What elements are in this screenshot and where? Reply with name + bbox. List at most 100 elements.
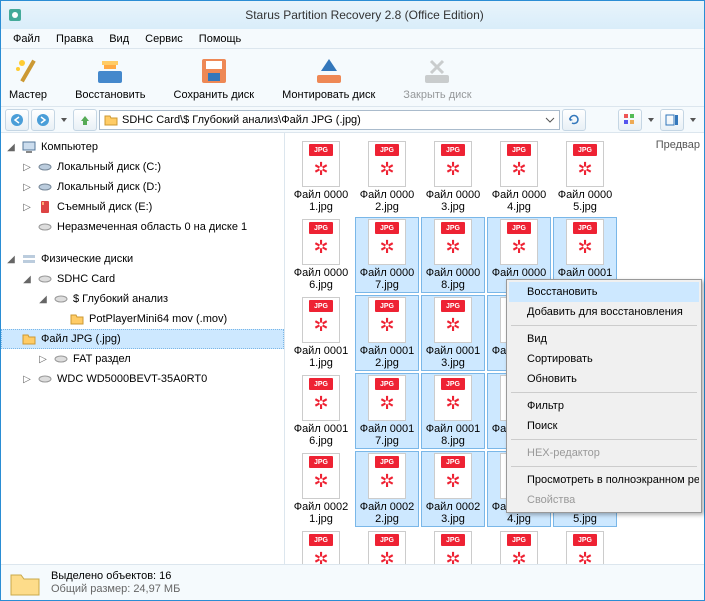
jpg-badge: JPG <box>507 222 531 234</box>
status-size: Общий размер: 24,97 МБ <box>51 583 180 595</box>
file-item[interactable]: JPG✲Файл 00027.jpg <box>355 529 419 564</box>
file-name: Файл 00016.jpg <box>291 423 351 447</box>
disk-icon <box>53 351 69 367</box>
nav-up-button[interactable] <box>73 109 97 131</box>
file-thumbnail: JPG✲ <box>566 141 604 187</box>
file-item[interactable]: JPG✲Файл 00018.jpg <box>421 373 485 449</box>
file-name: Файл 00018.jpg <box>423 423 483 447</box>
menu-edit[interactable]: Правка <box>48 31 101 47</box>
menu-service[interactable]: Сервис <box>137 31 191 47</box>
ctx-recover[interactable]: Восстановить <box>509 282 699 302</box>
folder-large-icon <box>9 569 41 597</box>
toolbar: Мастер Восстановить Сохранить диск Монти… <box>1 49 704 107</box>
ctx-add[interactable]: Добавить для восстановления <box>509 302 699 322</box>
jpg-badge: JPG <box>309 300 333 312</box>
file-item[interactable]: JPG✲Файл 00030.jpg <box>553 529 617 564</box>
jpg-badge: JPG <box>375 300 399 312</box>
ctx-fullscreen[interactable]: Просмотреть в полноэкранном реж <box>509 470 699 490</box>
ctx-search[interactable]: Поиск <box>509 416 699 436</box>
file-item[interactable]: JPG✲Файл 00003.jpg <box>421 139 485 215</box>
nav-forward-button[interactable] <box>31 109 55 131</box>
broken-icon: ✲ <box>379 394 394 412</box>
file-item[interactable]: JPG✲Файл 00021.jpg <box>289 451 353 527</box>
tree-local-c[interactable]: ▷Локальный диск (C:) <box>1 157 284 177</box>
close-disk-icon <box>421 55 453 87</box>
address-input[interactable] <box>122 114 541 126</box>
ctx-refresh[interactable]: Обновить <box>509 369 699 389</box>
tree-unallocated[interactable]: Неразмеченная область 0 на диске 1 <box>1 217 284 237</box>
tree-fat[interactable]: ▷FAT раздел <box>1 349 284 369</box>
file-item[interactable]: JPG✲Файл 00023.jpg <box>421 451 485 527</box>
window-title: Starus Partition Recovery 2.8 (Office Ed… <box>31 8 698 22</box>
file-item[interactable]: JPG✲Файл 00002.jpg <box>355 139 419 215</box>
refresh-button[interactable] <box>562 109 586 131</box>
ctx-filter[interactable]: Фильтр <box>509 396 699 416</box>
file-item[interactable]: JPG✲Файл 00017.jpg <box>355 373 419 449</box>
menu-file[interactable]: Файл <box>5 31 48 47</box>
file-item[interactable]: JPG✲Файл 00012.jpg <box>355 295 419 371</box>
recover-button[interactable]: Восстановить <box>75 55 145 101</box>
file-item[interactable]: JPG✲Файл 00005.jpg <box>553 139 617 215</box>
wizard-button[interactable]: Мастер <box>9 55 47 101</box>
file-item[interactable]: JPG✲Файл 00006.jpg <box>289 217 353 293</box>
preview-toggle-button[interactable] <box>660 109 684 131</box>
mount-disk-label: Монтировать диск <box>282 89 375 101</box>
tree-wdc[interactable]: ▷WDC WD5000BEVT-35A0RT0 <box>1 369 284 389</box>
broken-icon: ✲ <box>511 238 526 256</box>
jpg-badge: JPG <box>375 222 399 234</box>
file-item[interactable]: JPG✲Файл 00028.jpg <box>421 529 485 564</box>
mount-disk-button[interactable]: Монтировать диск <box>282 55 375 101</box>
drives-icon <box>21 251 37 267</box>
file-item[interactable]: JPG✲Файл 00011.jpg <box>289 295 353 371</box>
jpg-badge: JPG <box>309 144 333 156</box>
jpg-badge: JPG <box>441 222 465 234</box>
view-mode-dropdown[interactable] <box>644 109 658 131</box>
file-item[interactable]: JPG✲Файл 00007.jpg <box>355 217 419 293</box>
file-item[interactable]: JPG✲Файл 00016.jpg <box>289 373 353 449</box>
tree-physical[interactable]: ◢Физические диски <box>1 249 284 269</box>
tree-deep-analysis[interactable]: ◢$ Глубокий анализ <box>1 289 284 309</box>
recover-label: Восстановить <box>75 89 145 101</box>
preview-panel-label: Предвар <box>656 139 700 151</box>
file-item[interactable]: JPG✲Файл 00013.jpg <box>421 295 485 371</box>
view-mode-button[interactable] <box>618 109 642 131</box>
tree-sidebar[interactable]: ◢Компьютер ▷Локальный диск (C:) ▷Локальн… <box>1 133 285 564</box>
ctx-sort[interactable]: Сортировать <box>509 349 699 369</box>
save-disk-button[interactable]: Сохранить диск <box>174 55 255 101</box>
folder-icon <box>69 311 85 327</box>
close-disk-label: Закрыть диск <box>403 89 471 101</box>
nav-back-button[interactable] <box>5 109 29 131</box>
file-item[interactable]: JPG✲Файл 00022.jpg <box>355 451 419 527</box>
file-item[interactable]: JPG✲Файл 00008.jpg <box>421 217 485 293</box>
file-name: Файл 00022.jpg <box>357 501 417 525</box>
menu-view[interactable]: Вид <box>101 31 137 47</box>
file-item[interactable]: JPG✲Файл 00001.jpg <box>289 139 353 215</box>
tree-local-d[interactable]: ▷Локальный диск (D:) <box>1 177 284 197</box>
tree-computer[interactable]: ◢Компьютер <box>1 137 284 157</box>
preview-dropdown[interactable] <box>686 109 700 131</box>
tree-jpg-folder[interactable]: Файл JPG (.jpg) <box>1 329 284 349</box>
context-menu: Восстановить Добавить для восстановления… <box>506 279 702 513</box>
jpg-badge: JPG <box>507 534 531 546</box>
file-item[interactable]: JPG✲Файл 00004.jpg <box>487 139 551 215</box>
nav-history-dropdown[interactable] <box>57 109 71 131</box>
navbar <box>1 107 704 133</box>
jpg-badge: JPG <box>573 144 597 156</box>
file-name: Файл 00007.jpg <box>357 267 417 291</box>
ctx-props: Свойства <box>509 490 699 510</box>
separator <box>511 325 697 326</box>
jpg-badge: JPG <box>441 534 465 546</box>
menu-help[interactable]: Помощь <box>191 31 250 47</box>
ctx-view[interactable]: Вид <box>509 329 699 349</box>
file-item[interactable]: JPG✲Файл 00029.jpg <box>487 529 551 564</box>
tree-potplayer[interactable]: PotPlayerMini64 mov (.mov) <box>1 309 284 329</box>
broken-icon: ✲ <box>577 238 592 256</box>
tree-sdhc[interactable]: ◢SDHC Card <box>1 269 284 289</box>
jpg-badge: JPG <box>441 144 465 156</box>
chevron-down-icon[interactable] <box>545 115 555 125</box>
tree-removable-e[interactable]: ▷Съемный диск (E:) <box>1 197 284 217</box>
file-item[interactable]: JPG✲Файл 00026.jpg <box>289 529 353 564</box>
jpg-badge: JPG <box>441 378 465 390</box>
address-bar[interactable] <box>99 110 560 130</box>
broken-icon: ✲ <box>313 550 328 564</box>
